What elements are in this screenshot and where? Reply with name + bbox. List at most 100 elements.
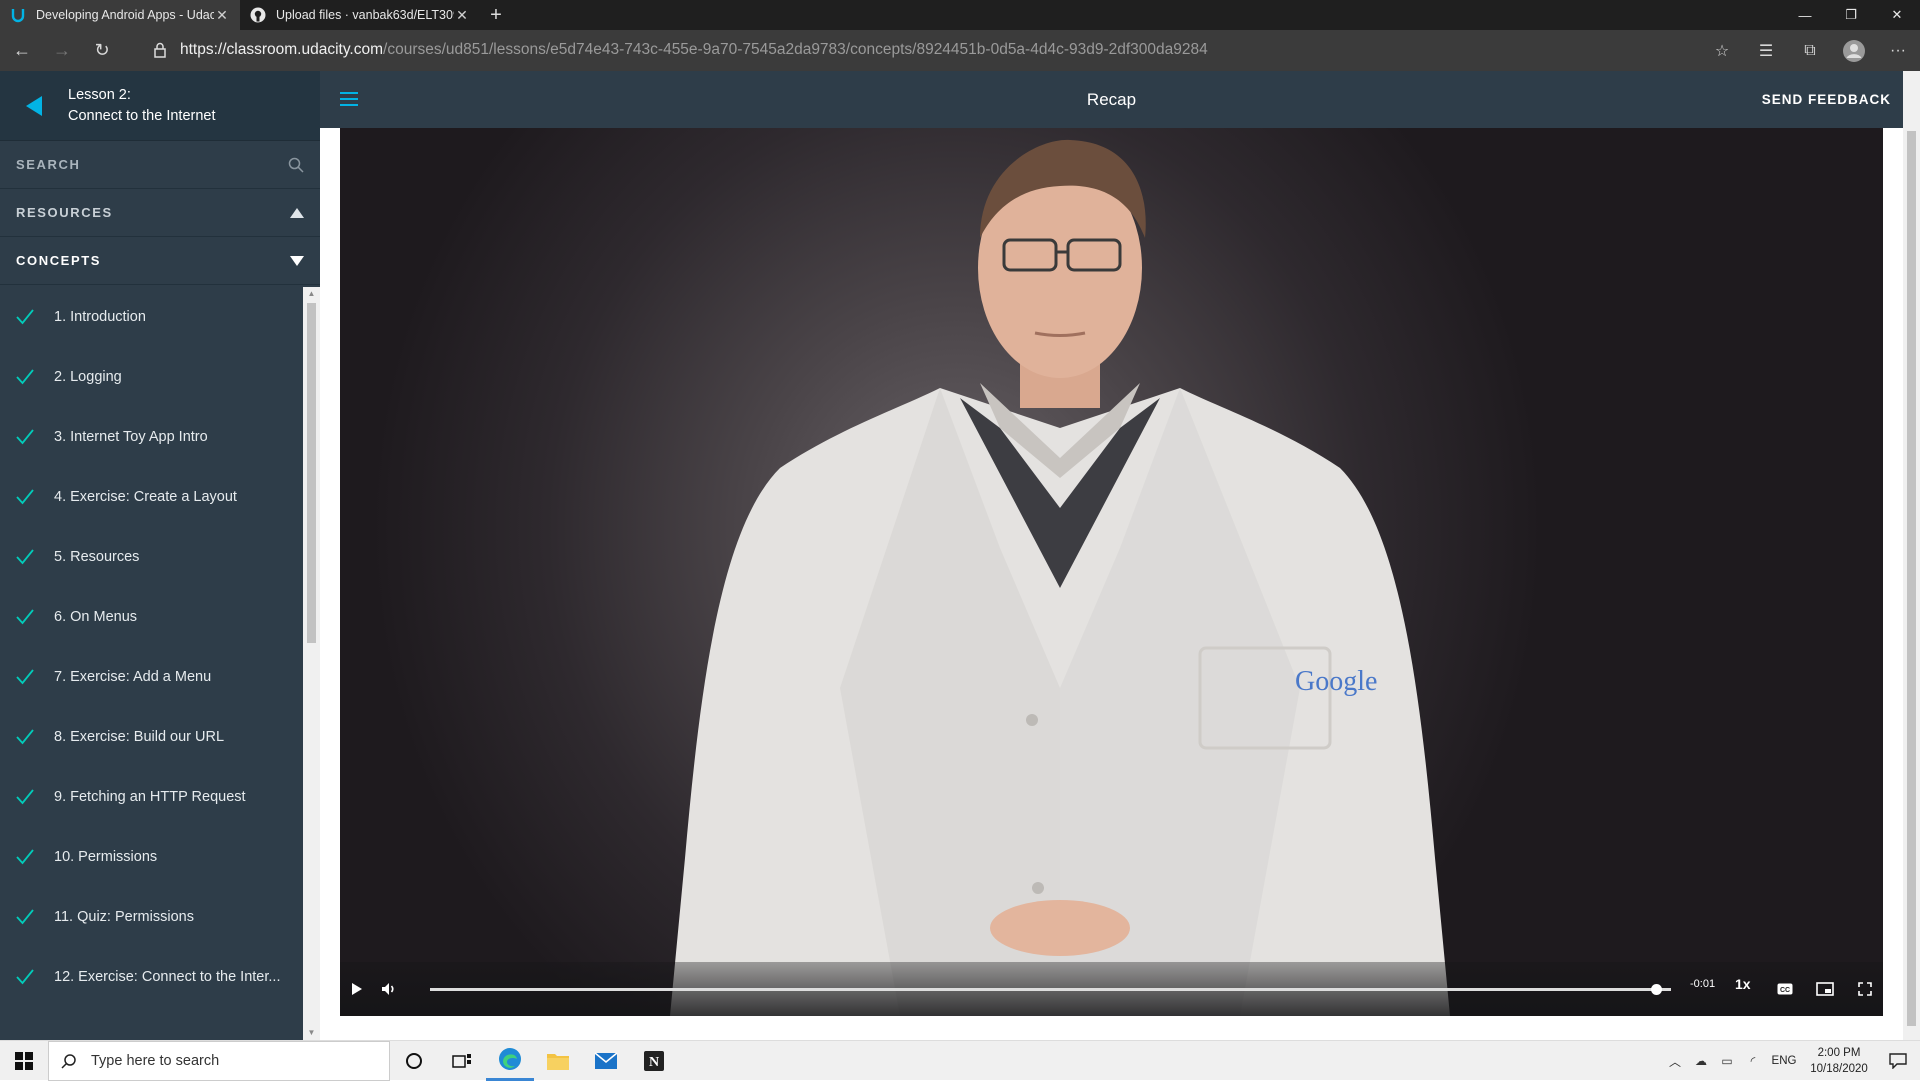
concept-item[interactable]: 12. Exercise: Connect to the Inter... [0, 947, 303, 1007]
volume-icon[interactable] [374, 974, 404, 1004]
concept-label: 11. Quiz: Permissions [54, 909, 194, 925]
forward-icon[interactable]: → [44, 35, 80, 67]
concept-item[interactable]: 1. Introduction [0, 287, 303, 347]
check-icon [16, 849, 34, 865]
video-player[interactable]: Google [340, 128, 1883, 1016]
tab-title: Upload files · vanbak63d/ELT309 [276, 8, 454, 22]
restore-icon[interactable]: ❐ [1828, 0, 1874, 30]
close-window-icon[interactable]: ✕ [1874, 0, 1920, 30]
system-tray: ︿ ☁ ▭ ◜ ENG 2:00 PM 10/18/2020 [1662, 1041, 1920, 1081]
play-icon[interactable] [342, 974, 372, 1004]
lesson-title: Connect to the Internet [68, 107, 216, 124]
star-icon[interactable]: ☆ [1700, 35, 1744, 67]
concept-item[interactable]: 10. Permissions [0, 827, 303, 887]
concept-item[interactable]: 7. Exercise: Add a Menu [0, 647, 303, 707]
concept-item[interactable]: 8. Exercise: Build our URL [0, 707, 303, 767]
captions-icon[interactable]: CC [1770, 974, 1800, 1004]
taskbar: Type here to search N ︿ ☁ ▭ ◜ ENG 2:00 P… [0, 1040, 1920, 1081]
concept-label: 5. Resources [54, 549, 140, 565]
more-menu-icon[interactable]: ··· [1876, 35, 1920, 67]
video-progress-knob[interactable] [1651, 984, 1663, 995]
concepts-toggle[interactable]: CONCEPTS [0, 237, 320, 285]
clock[interactable]: 2:00 PM 10/18/2020 [1802, 1045, 1876, 1077]
fullscreen-icon[interactable] [1850, 974, 1880, 1004]
concept-item[interactable]: 11. Quiz: Permissions [0, 887, 303, 947]
mail-icon[interactable] [582, 1041, 630, 1081]
back-arrow-icon[interactable] [24, 94, 44, 118]
svg-text:N: N [649, 1055, 659, 1070]
profile-avatar[interactable] [1832, 35, 1876, 67]
file-explorer-icon[interactable] [534, 1041, 582, 1081]
scroll-up-icon[interactable]: ▲ [307, 289, 316, 299]
clock-time: 2:00 PM [1817, 1047, 1861, 1059]
page: Lesson 2: Connect to the Internet SEARCH… [0, 71, 1920, 1040]
concept-label: 12. Exercise: Connect to the Inter... [54, 969, 281, 985]
concept-item[interactable]: 3. Internet Toy App Intro [0, 407, 303, 467]
time-remaining: -0:01 [1690, 978, 1716, 990]
address-bar[interactable]: https://classroom.udacity.com/courses/ud… [150, 34, 1730, 66]
chevron-up-icon [290, 207, 304, 218]
notifications-icon[interactable] [1876, 1041, 1920, 1081]
send-feedback-button[interactable]: SEND FEEDBACK [1762, 71, 1891, 128]
taskbar-search-placeholder: Type here to search [91, 1052, 220, 1069]
wifi-icon[interactable]: ◜ [1740, 1041, 1766, 1081]
tab-github[interactable]: Upload files · vanbak63d/ELT309 ✕ [240, 0, 480, 30]
language-indicator[interactable]: ENG [1766, 1041, 1802, 1081]
concept-item[interactable]: 9. Fetching an HTTP Request [0, 767, 303, 827]
concept-item[interactable]: 2. Logging [0, 347, 303, 407]
lesson-label: Lesson 2: [68, 86, 131, 103]
minimize-icon[interactable]: — [1782, 0, 1828, 30]
lesson-header[interactable]: Lesson 2: Connect to the Internet [0, 71, 320, 141]
collections-icon[interactable]: ⧉ [1788, 35, 1832, 67]
cortana-icon[interactable] [390, 1041, 438, 1081]
task-view-icon[interactable] [438, 1041, 486, 1081]
check-icon [16, 369, 34, 385]
check-icon [16, 429, 34, 445]
picture-in-picture-icon[interactable] [1810, 974, 1840, 1004]
close-tab-icon[interactable]: ✕ [214, 7, 230, 23]
resources-label: RESOURCES [16, 205, 113, 220]
concept-label: 6. On Menus [54, 609, 138, 625]
close-tab-icon[interactable]: ✕ [454, 7, 470, 23]
notion-icon[interactable]: N [630, 1041, 678, 1081]
taskbar-search-input[interactable]: Type here to search [48, 1040, 390, 1081]
check-icon [16, 789, 34, 805]
new-tab-button[interactable]: + [480, 0, 512, 30]
page-scrollbar[interactable] [1903, 71, 1920, 1040]
battery-icon[interactable]: ▭ [1714, 1041, 1740, 1081]
sidebar-scrollbar[interactable]: ▲ ▼ [303, 287, 320, 1040]
windows-start-icon[interactable] [0, 1041, 48, 1081]
search-icon [61, 1053, 76, 1069]
concept-label: 8. Exercise: Build our URL [54, 729, 225, 745]
check-icon [16, 669, 34, 685]
sidebar-scroll-thumb[interactable] [307, 303, 316, 643]
browser-toolbar: ← → ↻ https://classroom.udacity.com/cour… [0, 30, 1920, 71]
check-icon [16, 609, 34, 625]
onedrive-icon[interactable]: ☁ [1688, 1041, 1714, 1081]
main-content: Recap SEND FEEDBACK Google -0:01 1x CC [320, 71, 1903, 1040]
edge-browser-icon[interactable] [486, 1041, 534, 1081]
page-scroll-thumb[interactable] [1907, 131, 1916, 1026]
back-icon[interactable]: ← [4, 35, 40, 67]
search-label: SEARCH [16, 157, 81, 172]
concept-title: Recap [1086, 90, 1137, 109]
video-progress-track[interactable] [430, 984, 1671, 995]
concept-item[interactable]: 4. Exercise: Create a Layout [0, 467, 303, 527]
resources-toggle[interactable]: RESOURCES [0, 189, 320, 237]
concept-item[interactable]: 6. On Menus [0, 587, 303, 647]
favorites-icon[interactable]: ☰ [1744, 35, 1788, 67]
tab-udacity[interactable]: Developing Android Apps - Udacity ✕ [0, 0, 240, 30]
google-logo: Google [1295, 666, 1378, 697]
concept-label: 1. Introduction [54, 309, 146, 325]
concept-label: 7. Exercise: Add a Menu [54, 669, 212, 685]
scroll-down-icon[interactable]: ▼ [307, 1028, 316, 1038]
github-icon [250, 7, 266, 23]
check-icon [16, 729, 34, 745]
concept-label: 3. Internet Toy App Intro [54, 429, 208, 445]
playback-rate-button[interactable]: 1x [1735, 976, 1751, 992]
sidebar-search[interactable]: SEARCH [0, 141, 320, 189]
concept-item[interactable]: 5. Resources [0, 527, 303, 587]
tab-title: Developing Android Apps - Udacity [36, 8, 214, 22]
chevron-up-icon[interactable]: ︿ [1662, 1041, 1688, 1081]
reload-icon[interactable]: ↻ [84, 35, 120, 67]
